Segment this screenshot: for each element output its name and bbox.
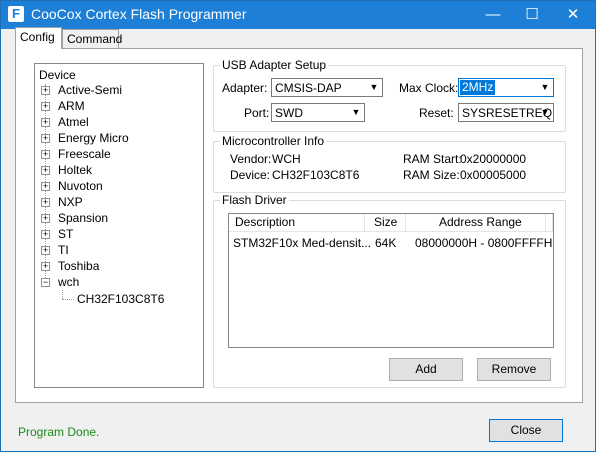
ram-start-label: RAM Start: — [403, 152, 462, 166]
expand-icon[interactable]: + — [41, 198, 50, 207]
expand-icon[interactable]: + — [41, 166, 50, 175]
expand-icon[interactable]: + — [41, 246, 50, 255]
expand-icon[interactable]: + — [41, 262, 50, 271]
expand-icon[interactable]: + — [41, 182, 50, 191]
vendor-label: Vendor: — [230, 152, 272, 166]
vendor-value: WCH — [272, 152, 301, 166]
adapter-label: Adapter: — [222, 81, 268, 95]
app-icon: F — [8, 6, 24, 22]
adapter-select[interactable]: CMSIS-DAP ▼ — [271, 78, 383, 97]
tree-connector — [62, 299, 74, 300]
column-header-size[interactable]: Size — [365, 214, 406, 232]
ram-start-value: 0x20000000 — [460, 152, 527, 166]
maximize-button[interactable]: ☐ — [512, 1, 552, 29]
chevron-down-icon[interactable]: ▼ — [348, 104, 364, 121]
tree-item-label: Nuvoton — [58, 179, 103, 193]
status-text: Program Done. — [18, 425, 100, 439]
expand-icon[interactable]: + — [41, 102, 50, 111]
tree-item-label: Holtek — [58, 163, 93, 177]
device-label: Device: — [230, 168, 271, 182]
collapse-icon[interactable]: − — [41, 278, 50, 287]
tree-item-label: Toshiba — [58, 259, 100, 273]
ram-size-value: 0x00005000 — [460, 168, 527, 182]
expand-icon[interactable]: + — [41, 214, 50, 223]
tree-item-label: Energy Micro — [58, 131, 129, 145]
chevron-down-icon[interactable]: ▼ — [537, 104, 553, 121]
row-description: STM32F10x Med-densit... — [233, 236, 372, 250]
mcu-info-title: Microcontroller Info — [220, 134, 327, 148]
tab-command[interactable]: Command — [62, 29, 122, 49]
max-clock-select[interactable]: 2MHz ▼ — [458, 78, 554, 97]
row-address-range: 08000000H - 0800FFFFH — [415, 236, 553, 250]
expand-icon[interactable]: + — [41, 134, 50, 143]
column-header-address-range[interactable]: Address Range — [406, 214, 546, 232]
tree-item-ch32f103c8t6[interactable]: CH32F103C8T6 — [77, 292, 164, 306]
row-size: 64K — [375, 236, 397, 250]
tree-item-label: ST — [58, 227, 74, 241]
expand-icon[interactable]: + — [41, 150, 50, 159]
adapter-value: CMSIS-DAP — [275, 81, 342, 95]
reset-label: Reset: — [419, 106, 454, 120]
title-bar[interactable]: F CooCox Cortex Flash Programmer — ☐ ✕ — [1, 1, 595, 29]
chevron-down-icon[interactable]: ▼ — [537, 79, 553, 96]
column-header-description[interactable]: Description — [229, 214, 365, 232]
reset-select[interactable]: SYSRESETREQ ▼ — [458, 103, 554, 122]
max-clock-label: Max Clock: — [399, 81, 459, 95]
mcu-info-group: Microcontroller Info — [213, 134, 566, 193]
tree-item-label: Spansion — [58, 211, 109, 225]
flash-driver-list[interactable]: Description Size Address Range STM32F10x… — [228, 213, 554, 348]
device-tree[interactable]: Device + Active-Semi + ARM + Atmel + Ene… — [34, 63, 204, 388]
minimize-button[interactable]: — — [473, 1, 513, 29]
tree-connector — [62, 290, 63, 299]
device-value: CH32F103C8T6 — [272, 168, 360, 182]
column-header-filler — [546, 214, 553, 232]
window-title: CooCox Cortex Flash Programmer — [31, 6, 247, 22]
ram-size-label: RAM Size: — [403, 168, 460, 182]
expand-icon[interactable]: + — [41, 118, 50, 127]
tree-item-label: Active-Semi — [58, 83, 123, 97]
tree-item-label: NXP — [58, 195, 83, 209]
remove-button[interactable]: Remove — [477, 358, 551, 381]
flash-driver-title: Flash Driver — [220, 193, 289, 207]
tree-item-label: ARM — [58, 99, 85, 113]
chevron-down-icon[interactable]: ▼ — [366, 79, 382, 96]
close-button[interactable]: Close — [489, 419, 563, 442]
max-clock-value: 2MHz — [460, 80, 496, 95]
expand-icon[interactable]: + — [41, 86, 50, 95]
usb-adapter-title: USB Adapter Setup — [220, 58, 329, 72]
tab-config[interactable]: Config — [15, 27, 62, 49]
tree-item-label: TI — [58, 243, 69, 257]
port-value: SWD — [275, 106, 303, 120]
expand-icon[interactable]: + — [41, 230, 50, 239]
tree-item-label: wch — [58, 275, 80, 289]
port-select[interactable]: SWD ▼ — [271, 103, 365, 122]
add-button[interactable]: Add — [389, 358, 463, 381]
tree-root-device[interactable]: Device — [39, 68, 76, 82]
tree-item-label: Atmel — [58, 115, 89, 129]
window-close-button[interactable]: ✕ — [551, 1, 595, 29]
port-label: Port: — [244, 106, 270, 120]
main-window: F CooCox Cortex Flash Programmer — ☐ ✕ C… — [0, 0, 596, 452]
tree-item-label: Freescale — [58, 147, 111, 161]
